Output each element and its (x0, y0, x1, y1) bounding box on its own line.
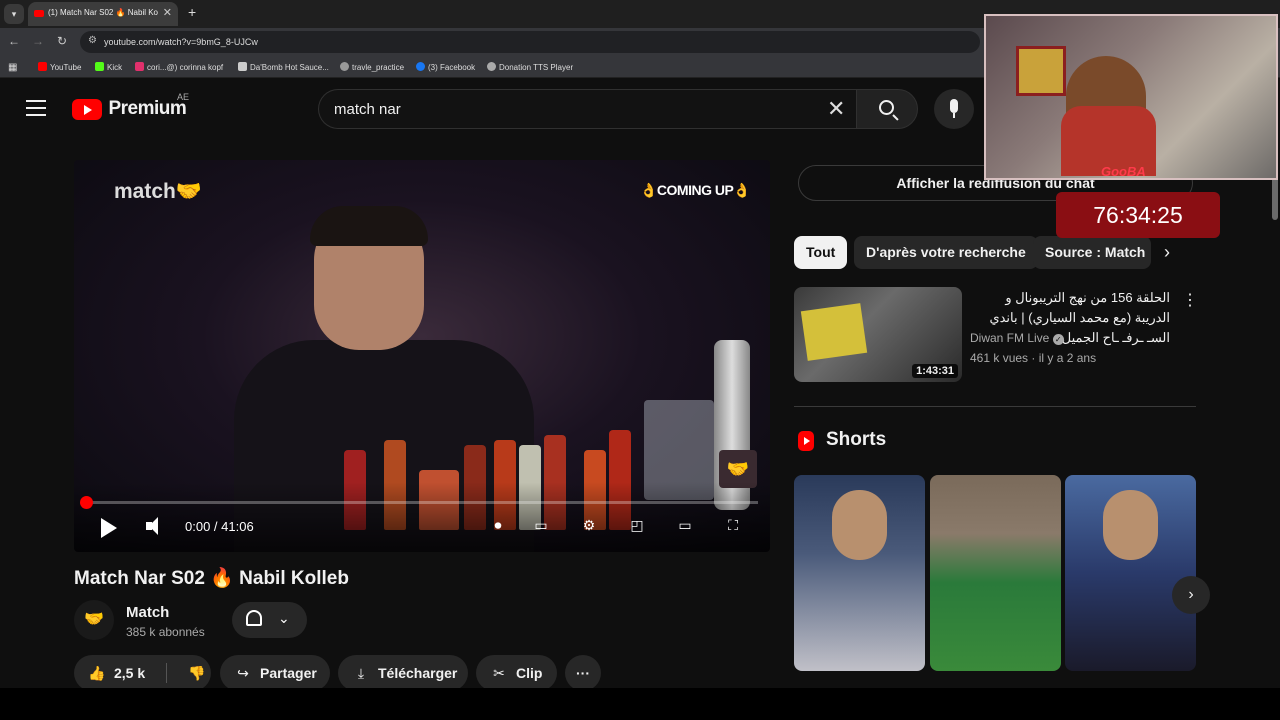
search-icon (879, 100, 894, 115)
omnibox[interactable]: ⚙ youtube.com/watch?v=9bmG_8-UJCw (80, 31, 980, 53)
autoplay-toggle[interactable]: ⏺ (486, 517, 510, 535)
short-thumbnail[interactable] (794, 475, 925, 671)
time-display: 0:00 / 41:06 (185, 519, 254, 534)
clip-button[interactable]: ✂ Clip (476, 655, 557, 691)
match-brand-watermark: match🤝 (114, 180, 202, 203)
notification-bell-button[interactable]: ⌄ (232, 602, 307, 638)
like-button[interactable]: 👍 2,5 k (74, 665, 145, 681)
stream-timer: 76:34:25 (1056, 192, 1220, 238)
shorts-icon (798, 431, 814, 451)
tab-search-button[interactable]: ▾ (4, 4, 24, 24)
chevron-down-icon: ⌄ (278, 610, 290, 626)
settings-gear-icon[interactable]: ⚙ (577, 517, 601, 535)
back-icon[interactable]: ← (6, 34, 22, 48)
search-query: match nar (334, 101, 401, 118)
short-thumbnail[interactable] (1065, 475, 1196, 671)
thumbs-up-icon: 👍 (88, 665, 106, 681)
fullscreen-icon[interactable]: ⛶ (721, 517, 745, 535)
like-dislike-group: 👍 2,5 k 👎 (74, 655, 211, 691)
search-button[interactable] (856, 89, 918, 129)
video-player[interactable]: match🤝 👌COMING UP👌 🤝 0:00 / 41:06 ⏺ ▭ ⚙ … (74, 160, 770, 552)
short-thumbnail[interactable] (930, 475, 1061, 671)
subscriber-count: 385 k abonnés (126, 625, 205, 639)
new-tab-button[interactable]: + (188, 4, 196, 20)
bookmark-corinna[interactable]: cori...@) corinna kopf (135, 62, 223, 72)
bell-icon (246, 610, 262, 626)
shorts-heading: Shorts (826, 429, 887, 450)
reload-icon[interactable]: ↻ (54, 34, 70, 48)
instagram-icon (135, 62, 144, 71)
youtube-premium-logo[interactable]: Premium AE (72, 92, 189, 120)
forward-icon[interactable]: → (30, 34, 46, 48)
youtube-play-icon (72, 98, 102, 120)
bookmark-kick[interactable]: Kick (95, 62, 122, 72)
play-icon[interactable] (101, 518, 117, 538)
subtitles-icon[interactable]: ▭ (529, 517, 553, 535)
search-input[interactable]: match nar ✕ (318, 89, 860, 129)
video-title: Match Nar S02 🔥 Nabil Kolleb (74, 568, 349, 589)
bookmark-donation[interactable]: Donation TTS Player (487, 62, 573, 72)
chip-source-match[interactable]: Source : Match (1033, 236, 1151, 269)
progress-scrubber[interactable] (80, 496, 93, 509)
dabomb-icon (238, 62, 247, 71)
youtube-favicon-icon (34, 10, 44, 17)
share-icon: ↪ (237, 665, 249, 681)
coming-up-label: 👌COMING UP👌 (640, 182, 751, 198)
recommended-thumbnail[interactable]: 1:43:31 (794, 287, 962, 382)
channel-avatar[interactable]: 🤝 (74, 600, 114, 640)
webcam-overlay: GooBA (984, 14, 1278, 180)
divider (794, 406, 1196, 407)
cam-label: GooBA (1101, 164, 1146, 179)
youtube-icon (38, 62, 47, 71)
shorts-next-icon[interactable]: › (1172, 576, 1210, 614)
voice-search-button[interactable] (934, 89, 974, 129)
progress-bar[interactable] (80, 496, 758, 509)
more-vertical-icon[interactable]: ⋮ (1182, 290, 1198, 310)
more-actions-button[interactable]: ··· (565, 655, 601, 691)
globe-icon (487, 62, 496, 71)
chip-from-search[interactable]: D'après votre recherche (854, 236, 1038, 269)
kick-icon (95, 62, 104, 71)
scissors-icon: ✂ (493, 665, 505, 681)
recommended-meta: 461 k vues · il y a 2 ans (970, 351, 1097, 365)
channel-name[interactable]: Match (126, 604, 169, 621)
bookmark-facebook[interactable]: (3) Facebook (416, 62, 475, 72)
bookmark-dabomb[interactable]: Da'Bomb Hot Sauce... (238, 62, 329, 72)
bookmark-travle[interactable]: travle_practice (340, 62, 404, 72)
facebook-icon (416, 62, 425, 71)
video-duration: 1:43:31 (912, 364, 958, 378)
share-button[interactable]: ↪ Partager (220, 655, 330, 691)
logo-text: Premium (108, 98, 187, 119)
recommended-channel[interactable]: Diwan FM Live ✓ (970, 331, 1064, 345)
url-text: youtube.com/watch?v=9bmG_8-UJCw (104, 37, 258, 47)
thumbs-down-icon: 👎 (188, 665, 206, 681)
tab-close-icon[interactable]: ✕ (163, 6, 172, 19)
country-code: AE (177, 92, 190, 102)
apps-grid-icon[interactable]: ▦ (8, 62, 17, 73)
volume-icon[interactable] (146, 517, 166, 535)
clear-search-icon[interactable]: ✕ (827, 96, 845, 122)
menu-icon[interactable] (26, 100, 46, 116)
bookmark-youtube[interactable]: YouTube (38, 62, 81, 72)
verified-icon: ✓ (1052, 334, 1064, 345)
dislike-button[interactable]: 👎 (174, 655, 214, 691)
download-icon: ⤓ (357, 665, 365, 681)
globe-icon (340, 62, 349, 71)
chevron-right-icon[interactable]: › (1164, 242, 1170, 263)
browser-tab[interactable]: (1) Match Nar S02 🔥 Nabil Kolleb ✕ (28, 2, 178, 26)
tab-title: (1) Match Nar S02 🔥 Nabil Kolleb (48, 8, 158, 17)
chip-all[interactable]: Tout (794, 236, 848, 269)
theater-mode-icon[interactable]: ▭ (673, 517, 697, 535)
download-button[interactable]: ⤓ Télécharger (338, 655, 468, 691)
site-info-icon[interactable]: ⚙ (88, 35, 97, 46)
miniplayer-icon[interactable]: ◰ (625, 517, 649, 535)
taskbar-area (0, 688, 1280, 720)
